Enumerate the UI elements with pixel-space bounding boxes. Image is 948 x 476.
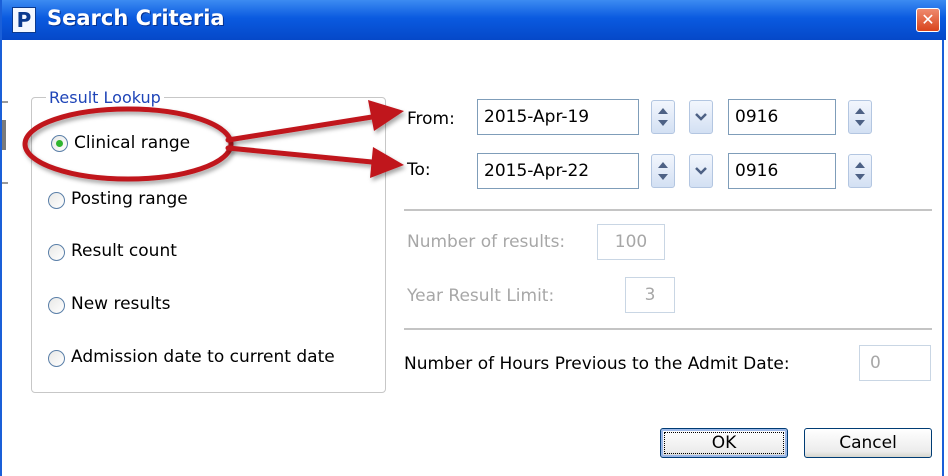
radio-label-clinical-range[interactable]: Clinical range: [74, 133, 190, 153]
radio-label-result-count[interactable]: Result count: [71, 241, 177, 261]
separator: [404, 209, 932, 211]
separator: [404, 328, 932, 330]
from-time-spinner[interactable]: [848, 100, 872, 134]
radio-selected-dot: [56, 140, 63, 147]
from-label: From:: [407, 109, 455, 129]
radio-label-posting-range[interactable]: Posting range: [71, 189, 188, 209]
radio-new-results[interactable]: [48, 297, 65, 314]
from-date-input[interactable]: 2015-Apr-19: [477, 99, 639, 135]
hours-previous-input[interactable]: 0: [859, 345, 931, 381]
cancel-button[interactable]: Cancel: [804, 428, 932, 458]
spin-down-icon: [658, 120, 668, 126]
spin-down-icon: [855, 120, 865, 126]
to-date-input[interactable]: 2015-Apr-22: [477, 153, 639, 189]
dialog-title: Search Criteria: [47, 6, 225, 30]
radio-admission-date[interactable]: [48, 350, 65, 367]
spin-up-icon: [855, 162, 865, 168]
radio-posting-range[interactable]: [48, 192, 65, 209]
chevron-down-icon: [695, 113, 707, 121]
radio-label-new-results[interactable]: New results: [71, 294, 170, 314]
number-of-results-label: Number of results:: [407, 232, 566, 252]
to-time-input[interactable]: 0916: [728, 153, 836, 189]
title-bar[interactable]: P Search Criteria ✕: [2, 0, 946, 40]
spin-up-icon: [658, 162, 668, 168]
background-window-edge: [2, 182, 8, 184]
radio-clinical-range[interactable]: [51, 135, 68, 152]
spin-up-icon: [855, 108, 865, 114]
to-date-dropdown[interactable]: [689, 154, 713, 188]
background-window-edge: [2, 101, 8, 103]
background-window-edge: [2, 120, 6, 150]
year-result-limit-label: Year Result Limit:: [407, 286, 555, 306]
spin-down-icon: [855, 174, 865, 180]
from-date-spinner[interactable]: [651, 100, 675, 134]
spin-up-icon: [658, 108, 668, 114]
radio-label-admission-date[interactable]: Admission date to current date: [71, 347, 335, 367]
to-label: To:: [407, 160, 431, 180]
to-date-spinner[interactable]: [651, 154, 675, 188]
hours-previous-label: Number of Hours Previous to the Admit Da…: [404, 354, 790, 374]
close-icon[interactable]: ✕: [916, 8, 940, 32]
radio-result-count[interactable]: [48, 244, 65, 261]
year-result-limit-input[interactable]: 3: [625, 277, 675, 313]
number-of-results-input[interactable]: 100: [597, 224, 665, 260]
spin-down-icon: [658, 174, 668, 180]
from-time-input[interactable]: 0916: [728, 99, 836, 135]
p-app-icon: P: [12, 7, 36, 33]
to-time-spinner[interactable]: [848, 154, 872, 188]
ok-button[interactable]: OK: [660, 428, 788, 458]
result-lookup-legend: Result Lookup: [46, 88, 164, 107]
chevron-down-icon: [695, 167, 707, 175]
from-date-dropdown[interactable]: [689, 100, 713, 134]
